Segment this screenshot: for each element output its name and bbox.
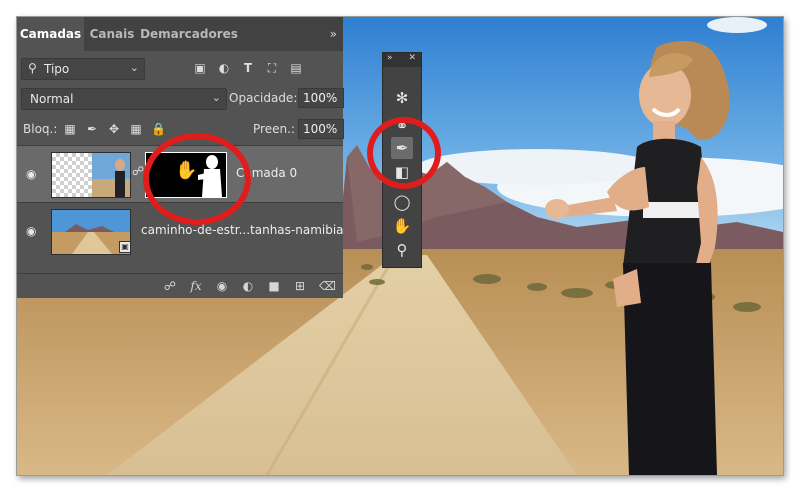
layer-filter-select[interactable]: ⚲ Tipo ⌄ <box>21 58 145 80</box>
tab-camadas[interactable]: Camadas <box>17 17 84 51</box>
eraser-tool-icon[interactable]: ◧ <box>391 161 413 183</box>
eye-icon[interactable]: ◉ <box>26 167 36 181</box>
lasso-tool-icon[interactable]: ◯ <box>391 191 413 213</box>
smart-object-icon[interactable]: ▤ <box>289 61 303 75</box>
folder-icon[interactable]: ■ <box>267 279 281 293</box>
add-mask-icon[interactable]: ◉ <box>215 279 229 293</box>
lock-transparent-pixels-icon[interactable]: ▦ <box>63 122 77 136</box>
blend-mode-select[interactable]: Normal ⌄ <box>21 88 227 110</box>
tools-header: » ✕ <box>383 53 421 67</box>
refine-edge-tool-icon[interactable]: ⚭ <box>391 115 413 137</box>
tools-panel: » ✕ ✻ ⚭ ✒ ◧ ◯ ✋ ⚲ <box>382 52 422 268</box>
trash-icon[interactable]: ⌫ <box>319 279 336 293</box>
opacity-label: Opacidade: <box>229 91 298 105</box>
layer-filter-value: Tipo <box>44 62 70 76</box>
screenshot-frame: Camadas Canais Demarcadores » ⚲ Tipo ⌄ ▣… <box>16 16 784 476</box>
hand-cursor-icon: ✋ <box>175 160 198 181</box>
panel-tab-bar: Camadas Canais Demarcadores » <box>17 17 343 51</box>
adjustment-icon[interactable]: ◐ <box>217 61 231 75</box>
tab-canais[interactable]: Canais <box>85 17 139 51</box>
shape-icon[interactable]: ⛶ <box>265 61 279 75</box>
layer-row-camada-0[interactable]: ◉ ☍ ✋ Camada 0 <box>17 145 343 202</box>
type-icon[interactable]: T <box>241 61 255 75</box>
blend-mode-value: Normal <box>30 92 74 106</box>
opacity-input[interactable]: 100% <box>298 88 344 108</box>
layer-thumbnail-image <box>92 153 130 197</box>
hand-tool-icon[interactable]: ✋ <box>391 215 413 237</box>
layer-name[interactable]: Camada 0 <box>236 166 297 180</box>
link-layers-icon[interactable]: ☍ <box>163 279 177 293</box>
layer-name[interactable]: caminho-de-estr...tanhas-namibia <box>141 223 344 237</box>
fill-input[interactable]: 100% <box>298 119 344 139</box>
layers-panel-actions: ☍ fx ◉ ◐ ■ ⊞ ⌫ <box>17 273 343 298</box>
layer-row-caminho[interactable]: ◉ ▣ caminho-de-estr...tanhas-namibia <box>17 202 344 259</box>
lock-position-icon[interactable]: ✥ <box>107 122 121 136</box>
chevron-down-icon: ⌄ <box>211 91 221 104</box>
layers-panel: Camadas Canais Demarcadores » ⚲ Tipo ⌄ ▣… <box>17 17 344 298</box>
eye-icon[interactable]: ◉ <box>26 224 36 238</box>
fx-icon[interactable]: fx <box>189 279 203 293</box>
image-icon[interactable]: ▣ <box>193 61 207 75</box>
lock-image-pixels-icon[interactable]: ✒ <box>85 122 99 136</box>
zoom-tool-icon[interactable]: ⚲ <box>391 239 413 261</box>
lock-all-icon[interactable]: 🔒 <box>151 122 166 136</box>
lock-artboard-icon[interactable]: ▦ <box>129 122 143 136</box>
brush-tool-icon[interactable]: ✒ <box>391 137 413 159</box>
expand-icon[interactable]: » <box>387 53 393 63</box>
lock-label: Bloq.: <box>23 122 58 136</box>
fill-label: Preen.: <box>253 122 295 136</box>
cloud <box>707 17 767 33</box>
smart-object-badge-icon: ▣ <box>119 241 131 253</box>
tab-demarcadores[interactable]: Demarcadores <box>140 17 238 51</box>
chevron-down-icon: ⌄ <box>129 61 139 74</box>
search-icon: ⚲ <box>28 61 37 75</box>
link-icon[interactable]: ☍ <box>132 164 144 178</box>
layer-thumbnail[interactable] <box>51 152 131 198</box>
close-icon[interactable]: ✕ <box>408 53 416 63</box>
adjustment-layer-icon[interactable]: ◐ <box>241 279 255 293</box>
new-layer-icon[interactable]: ⊞ <box>293 279 307 293</box>
panel-collapse-icon[interactable]: » <box>330 17 337 51</box>
quick-selection-tool-icon[interactable]: ✻ <box>391 87 413 109</box>
